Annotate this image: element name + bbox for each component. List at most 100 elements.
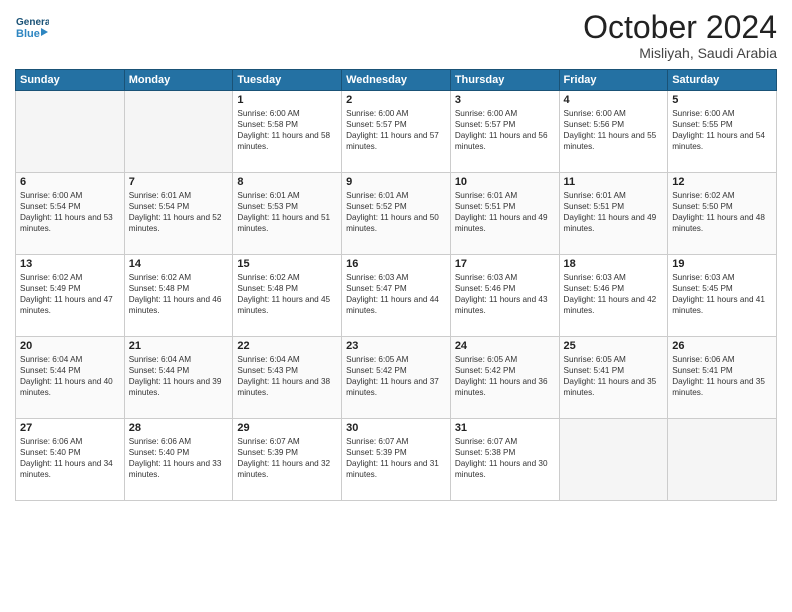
day-info: Sunrise: 6:01 AM Sunset: 5:54 PM Dayligh… <box>129 190 229 234</box>
day-info: Sunrise: 6:06 AM Sunset: 5:40 PM Dayligh… <box>20 436 120 480</box>
day-number: 1 <box>237 94 337 106</box>
day-number: 2 <box>346 94 446 106</box>
svg-text:Blue: Blue <box>16 28 40 40</box>
day-number: 24 <box>455 340 555 352</box>
calendar-cell: 13 Sunrise: 6:02 AM Sunset: 5:49 PM Dayli… <box>16 255 125 337</box>
day-info: Sunrise: 6:01 AM Sunset: 5:51 PM Dayligh… <box>455 190 555 234</box>
calendar-cell <box>559 419 668 501</box>
calendar-cell: 6 Sunrise: 6:00 AM Sunset: 5:54 PM Daylig… <box>16 173 125 255</box>
calendar-cell: 1 Sunrise: 6:00 AM Sunset: 5:58 PM Daylig… <box>233 91 342 173</box>
day-info: Sunrise: 6:02 AM Sunset: 5:48 PM Dayligh… <box>129 272 229 316</box>
day-number: 10 <box>455 176 555 188</box>
day-number: 15 <box>237 258 337 270</box>
svg-text:General: General <box>16 17 49 28</box>
calendar-cell: 27Sunrise: 6:06 AM Sunset: 5:40 PM Dayli… <box>16 419 125 501</box>
calendar-cell: 12Sunrise: 6:02 AM Sunset: 5:50 PM Dayli… <box>668 173 777 255</box>
weekday-header-friday: Friday <box>559 70 668 91</box>
week-row-2: 6 Sunrise: 6:00 AM Sunset: 5:54 PM Daylig… <box>16 173 777 255</box>
day-info: Sunrise: 6:03 AM Sunset: 5:47 PM Dayligh… <box>346 272 446 316</box>
day-info: Sunrise: 6:05 AM Sunset: 5:42 PM Dayligh… <box>346 354 446 398</box>
weekday-header-row: SundayMondayTuesdayWednesdayThursdayFrid… <box>16 70 777 91</box>
day-info: Sunrise: 6:05 AM Sunset: 5:41 PM Dayligh… <box>564 354 664 398</box>
calendar-cell <box>668 419 777 501</box>
weekday-header-wednesday: Wednesday <box>342 70 451 91</box>
calendar-cell: 26 Sunrise: 6:06 AM Sunset: 5:41 PM Dayli… <box>668 337 777 419</box>
header: General Blue October 2024 Misliyah, Saud… <box>15 10 777 61</box>
day-number: 25 <box>564 340 664 352</box>
day-number: 9 <box>346 176 446 188</box>
weekday-header-thursday: Thursday <box>450 70 559 91</box>
week-row-1: 1 Sunrise: 6:00 AM Sunset: 5:58 PM Daylig… <box>16 91 777 173</box>
day-number: 13 <box>20 258 120 270</box>
calendar-cell: 3 Sunrise: 6:00 AM Sunset: 5:57 PM Daylig… <box>450 91 559 173</box>
day-info: Sunrise: 6:01 AM Sunset: 5:53 PM Dayligh… <box>237 190 337 234</box>
calendar-cell: 17 Sunrise: 6:03 AM Sunset: 5:46 PM Dayli… <box>450 255 559 337</box>
day-number: 26 <box>672 340 772 352</box>
calendar-table: SundayMondayTuesdayWednesdayThursdayFrid… <box>15 69 777 501</box>
day-number: 5 <box>672 94 772 106</box>
day-info: Sunrise: 6:03 AM Sunset: 5:45 PM Dayligh… <box>672 272 772 316</box>
weekday-header-tuesday: Tuesday <box>233 70 342 91</box>
day-info: Sunrise: 6:06 AM Sunset: 5:41 PM Dayligh… <box>672 354 772 398</box>
calendar-cell <box>16 91 125 173</box>
day-number: 18 <box>564 258 664 270</box>
day-number: 8 <box>237 176 337 188</box>
day-info: Sunrise: 6:01 AM Sunset: 5:51 PM Dayligh… <box>564 190 664 234</box>
day-info: Sunrise: 6:07 AM Sunset: 5:39 PM Dayligh… <box>346 436 446 480</box>
calendar-cell: 29 Sunrise: 6:07 AM Sunset: 5:39 PM Dayli… <box>233 419 342 501</box>
calendar-cell: 21Sunrise: 6:04 AM Sunset: 5:44 PM Dayli… <box>124 337 233 419</box>
day-number: 17 <box>455 258 555 270</box>
calendar-cell: 11Sunrise: 6:01 AM Sunset: 5:51 PM Dayli… <box>559 173 668 255</box>
calendar-cell: 22 Sunrise: 6:04 AM Sunset: 5:43 PM Dayli… <box>233 337 342 419</box>
calendar-cell: 25 Sunrise: 6:05 AM Sunset: 5:41 PM Dayli… <box>559 337 668 419</box>
day-number: 3 <box>455 94 555 106</box>
day-info: Sunrise: 6:00 AM Sunset: 5:57 PM Dayligh… <box>455 108 555 152</box>
day-info: Sunrise: 6:00 AM Sunset: 5:54 PM Dayligh… <box>20 190 120 234</box>
calendar-cell: 4Sunrise: 6:00 AM Sunset: 5:56 PM Daylig… <box>559 91 668 173</box>
logo: General Blue <box>15 10 49 44</box>
title-block: October 2024 Misliyah, Saudi Arabia <box>583 10 777 61</box>
day-number: 14 <box>129 258 229 270</box>
day-number: 20 <box>20 340 120 352</box>
day-info: Sunrise: 6:03 AM Sunset: 5:46 PM Dayligh… <box>455 272 555 316</box>
day-number: 29 <box>237 422 337 434</box>
calendar-cell: 28Sunrise: 6:06 AM Sunset: 5:40 PM Dayli… <box>124 419 233 501</box>
calendar-cell: 24Sunrise: 6:05 AM Sunset: 5:42 PM Dayli… <box>450 337 559 419</box>
calendar-cell: 19Sunrise: 6:03 AM Sunset: 5:45 PM Dayli… <box>668 255 777 337</box>
calendar-cell: 10 Sunrise: 6:01 AM Sunset: 5:51 PM Dayli… <box>450 173 559 255</box>
day-info: Sunrise: 6:04 AM Sunset: 5:44 PM Dayligh… <box>129 354 229 398</box>
weekday-header-saturday: Saturday <box>668 70 777 91</box>
day-number: 7 <box>129 176 229 188</box>
month-title: October 2024 <box>583 10 777 45</box>
day-info: Sunrise: 6:04 AM Sunset: 5:44 PM Dayligh… <box>20 354 120 398</box>
calendar-cell: 23 Sunrise: 6:05 AM Sunset: 5:42 PM Dayli… <box>342 337 451 419</box>
day-number: 12 <box>672 176 772 188</box>
day-info: Sunrise: 6:00 AM Sunset: 5:58 PM Dayligh… <box>237 108 337 152</box>
calendar-cell: 8 Sunrise: 6:01 AM Sunset: 5:53 PM Daylig… <box>233 173 342 255</box>
day-info: Sunrise: 6:00 AM Sunset: 5:57 PM Dayligh… <box>346 108 446 152</box>
calendar-cell: 9 Sunrise: 6:01 AM Sunset: 5:52 PM Daylig… <box>342 173 451 255</box>
day-number: 28 <box>129 422 229 434</box>
calendar-cell: 14 Sunrise: 6:02 AM Sunset: 5:48 PM Dayli… <box>124 255 233 337</box>
weekday-header-monday: Monday <box>124 70 233 91</box>
day-info: Sunrise: 6:02 AM Sunset: 5:48 PM Dayligh… <box>237 272 337 316</box>
day-number: 31 <box>455 422 555 434</box>
day-info: Sunrise: 6:02 AM Sunset: 5:49 PM Dayligh… <box>20 272 120 316</box>
calendar-cell: 15 Sunrise: 6:02 AM Sunset: 5:48 PM Dayli… <box>233 255 342 337</box>
day-info: Sunrise: 6:01 AM Sunset: 5:52 PM Dayligh… <box>346 190 446 234</box>
day-number: 22 <box>237 340 337 352</box>
day-info: Sunrise: 6:03 AM Sunset: 5:46 PM Dayligh… <box>564 272 664 316</box>
day-number: 23 <box>346 340 446 352</box>
day-info: Sunrise: 6:07 AM Sunset: 5:39 PM Dayligh… <box>237 436 337 480</box>
weekday-header-sunday: Sunday <box>16 70 125 91</box>
day-info: Sunrise: 6:00 AM Sunset: 5:56 PM Dayligh… <box>564 108 664 152</box>
day-info: Sunrise: 6:04 AM Sunset: 5:43 PM Dayligh… <box>237 354 337 398</box>
day-info: Sunrise: 6:00 AM Sunset: 5:55 PM Dayligh… <box>672 108 772 152</box>
day-number: 6 <box>20 176 120 188</box>
week-row-5: 27Sunrise: 6:06 AM Sunset: 5:40 PM Dayli… <box>16 419 777 501</box>
week-row-4: 20 Sunrise: 6:04 AM Sunset: 5:44 PM Dayli… <box>16 337 777 419</box>
calendar-cell: 30Sunrise: 6:07 AM Sunset: 5:39 PM Dayli… <box>342 419 451 501</box>
location: Misliyah, Saudi Arabia <box>583 45 777 61</box>
calendar-cell: 31Sunrise: 6:07 AM Sunset: 5:38 PM Dayli… <box>450 419 559 501</box>
calendar-cell: 7 Sunrise: 6:01 AM Sunset: 5:54 PM Daylig… <box>124 173 233 255</box>
